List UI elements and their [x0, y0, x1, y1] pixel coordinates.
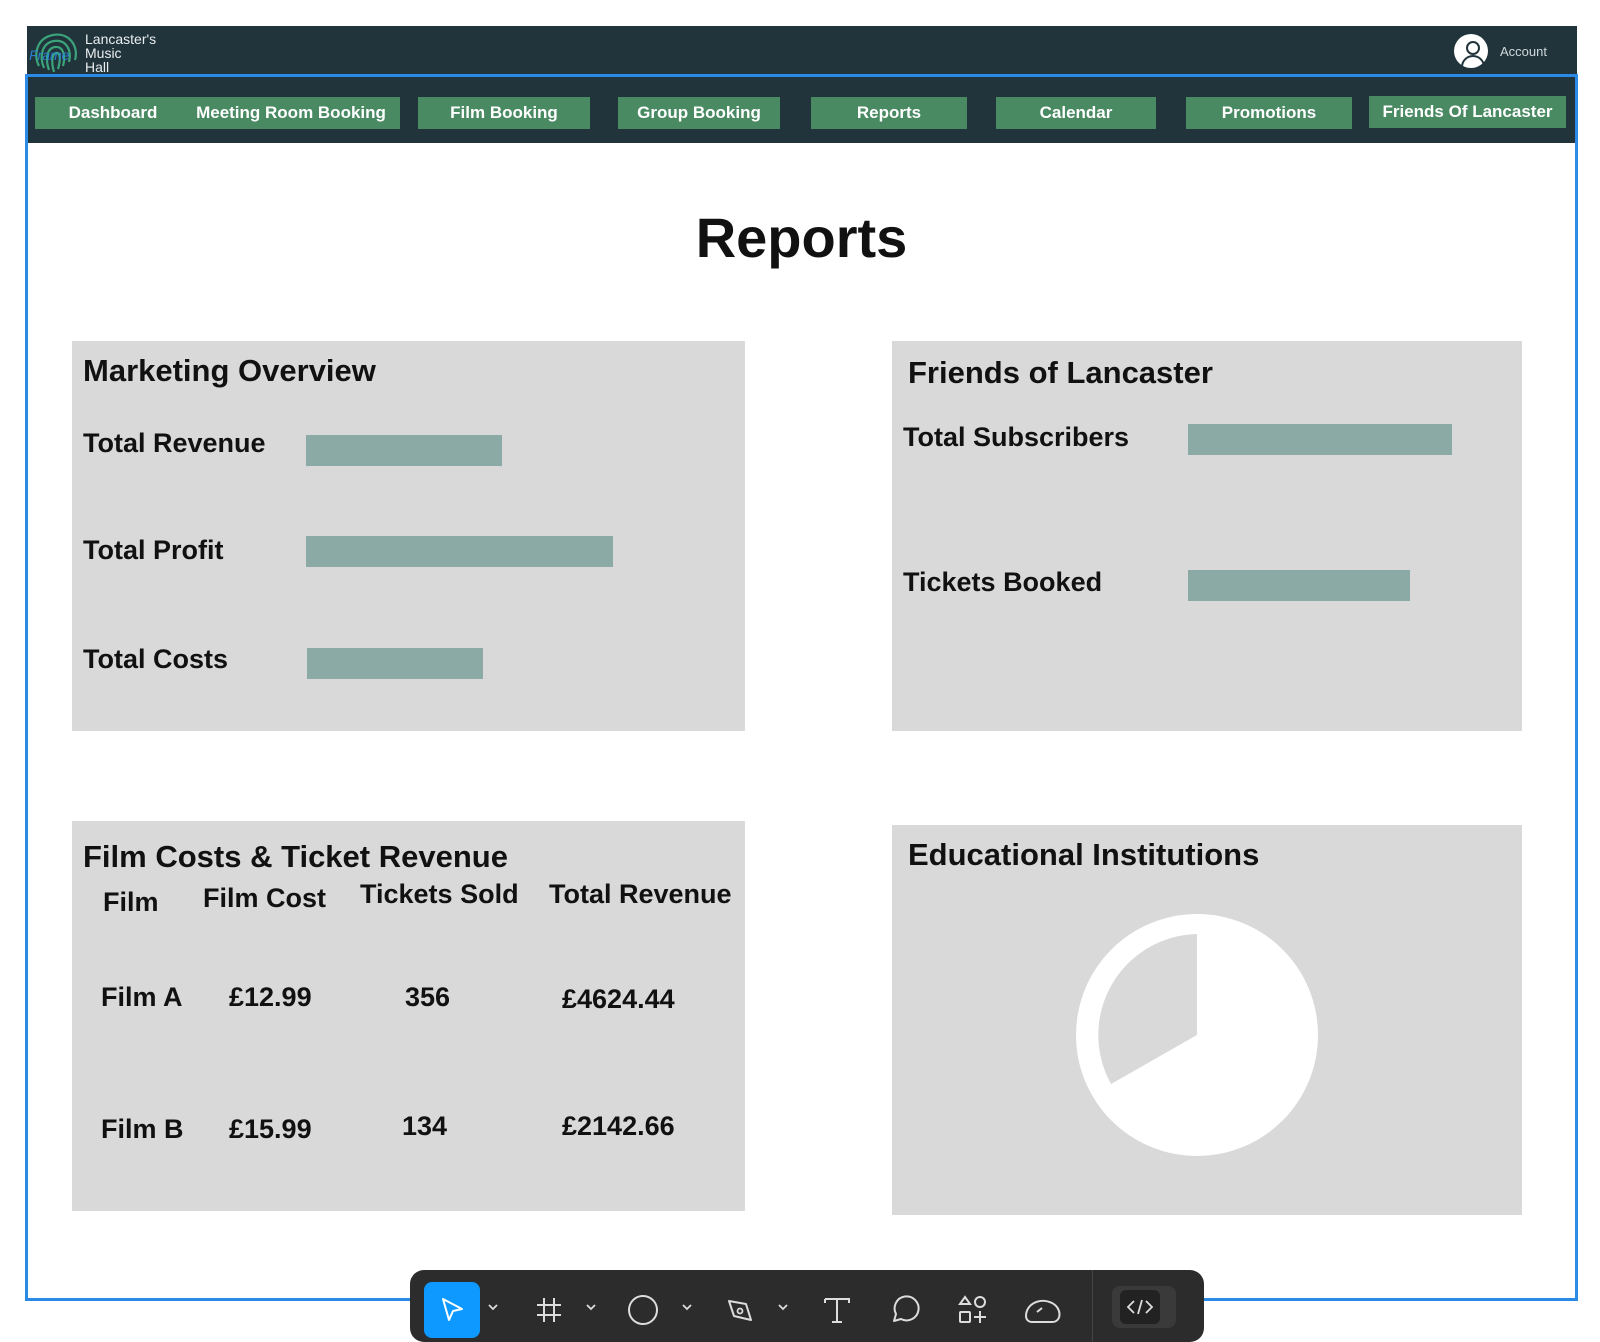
move-tool-button[interactable] [424, 1282, 480, 1338]
total-revenue-bar [306, 435, 502, 466]
toolbar-divider [1092, 1270, 1093, 1342]
marketing-overview-title: Marketing Overview [83, 353, 376, 388]
total-subscribers-bar [1188, 424, 1452, 455]
film-costs-card: Film Costs & Ticket Revenue Film Film Co… [72, 821, 745, 1211]
chevron-down-icon[interactable] [584, 1300, 598, 1314]
table-header-tickets-sold: Tickets Sold [360, 879, 519, 909]
total-subscribers-label: Total Subscribers [903, 422, 1130, 452]
friends-of-lancaster-card: Friends of Lancaster Total Subscribers T… [892, 341, 1522, 731]
main-navigation: Dashboard Meeting Room Booking Film Book… [28, 77, 1575, 143]
educational-institutions-pie-chart [1076, 914, 1318, 1156]
film-costs-title: Film Costs & Ticket Revenue [83, 839, 508, 874]
nav-group-booking-button[interactable]: Group Booking [618, 97, 780, 129]
table-cell-film-a-revenue: £4624.44 [562, 984, 675, 1014]
educational-institutions-card: Educational Institutions [892, 825, 1522, 1215]
frame-selection-label: Frame [29, 47, 70, 63]
text-tool-button[interactable] [812, 1282, 862, 1338]
table-header-film: Film [103, 887, 159, 917]
nav-meeting-room-booking-button[interactable]: Meeting Room Booking [182, 97, 400, 129]
nav-reports-button[interactable]: Reports [811, 97, 967, 129]
nav-friends-of-lancaster-button[interactable]: Friends Of Lancaster [1369, 96, 1566, 128]
dev-mode-toggle[interactable] [1112, 1286, 1176, 1328]
table-cell-film-b-tickets: 134 [402, 1111, 448, 1141]
total-costs-label: Total Costs [83, 644, 229, 674]
account-menu[interactable]: Account [1454, 34, 1547, 68]
table-header-film-cost: Film Cost [203, 883, 327, 913]
table-cell-film-a-cost: £12.99 [229, 982, 312, 1012]
table-cell-film-b: Film B [101, 1114, 184, 1144]
comment-bubble-icon [893, 1295, 920, 1322]
page-frame: Dashboard Meeting Room Booking Film Book… [25, 74, 1578, 1301]
pen-nib-icon [728, 1300, 752, 1321]
actions-tool-button[interactable] [948, 1282, 998, 1338]
table-header-total-revenue: Total Revenue [549, 879, 732, 909]
marketing-overview-card: Marketing Overview Total Revenue Total P… [72, 341, 745, 731]
page-title: Reports [695, 206, 908, 269]
code-brackets-icon [1126, 1299, 1154, 1315]
cursor-arrow-icon [442, 1298, 463, 1321]
total-profit-bar [306, 536, 613, 567]
app-logo-text: Lancaster's Music Hall [85, 32, 156, 74]
design-toolbar [410, 1270, 1204, 1342]
table-cell-film-b-cost: £15.99 [229, 1114, 312, 1144]
nav-promotions-button[interactable]: Promotions [1186, 97, 1352, 129]
logo-line-2: Music [85, 45, 122, 61]
chevron-down-icon[interactable] [776, 1300, 790, 1314]
table-cell-film-a-tickets: 356 [405, 982, 451, 1012]
shapes-grid-icon [958, 1295, 986, 1323]
cloud-tool-button[interactable] [1016, 1282, 1070, 1338]
pen-tool-button[interactable] [715, 1282, 765, 1338]
nav-calendar-button[interactable]: Calendar [996, 97, 1156, 129]
text-t-icon [824, 1298, 850, 1323]
friends-of-lancaster-title: Friends of Lancaster [908, 355, 1213, 390]
frame-hash-icon [537, 1298, 561, 1322]
chevron-down-icon[interactable] [486, 1300, 500, 1314]
total-profit-label: Total Profit [83, 535, 224, 565]
comment-tool-button[interactable] [880, 1282, 930, 1338]
frame-tool-button[interactable] [524, 1282, 574, 1338]
logo-line-1: Lancaster's [85, 31, 157, 47]
total-revenue-label: Total Revenue [83, 428, 266, 458]
tickets-booked-bar [1188, 570, 1410, 601]
dev-mode-knob [1120, 1290, 1160, 1324]
nav-film-booking-button[interactable]: Film Booking [418, 97, 590, 129]
chevron-down-icon[interactable] [680, 1300, 694, 1314]
ellipse-icon [628, 1295, 658, 1325]
table-cell-film-b-revenue: £2142.66 [562, 1111, 675, 1141]
shape-tool-button[interactable] [618, 1282, 668, 1338]
tickets-booked-label: Tickets Booked [903, 567, 1103, 597]
app-header: Frame Lancaster's Music Hall Account [27, 26, 1577, 74]
table-cell-film-a: Film A [101, 982, 183, 1012]
user-avatar-icon[interactable] [1454, 34, 1489, 68]
nav-dashboard-button[interactable]: Dashboard [35, 97, 191, 129]
total-costs-bar [307, 648, 483, 679]
logo-line-3: Hall [85, 59, 110, 75]
educational-institutions-title: Educational Institutions [908, 837, 1260, 872]
account-label[interactable]: Account [1500, 44, 1547, 59]
cloud-plugin-icon [1024, 1299, 1061, 1323]
